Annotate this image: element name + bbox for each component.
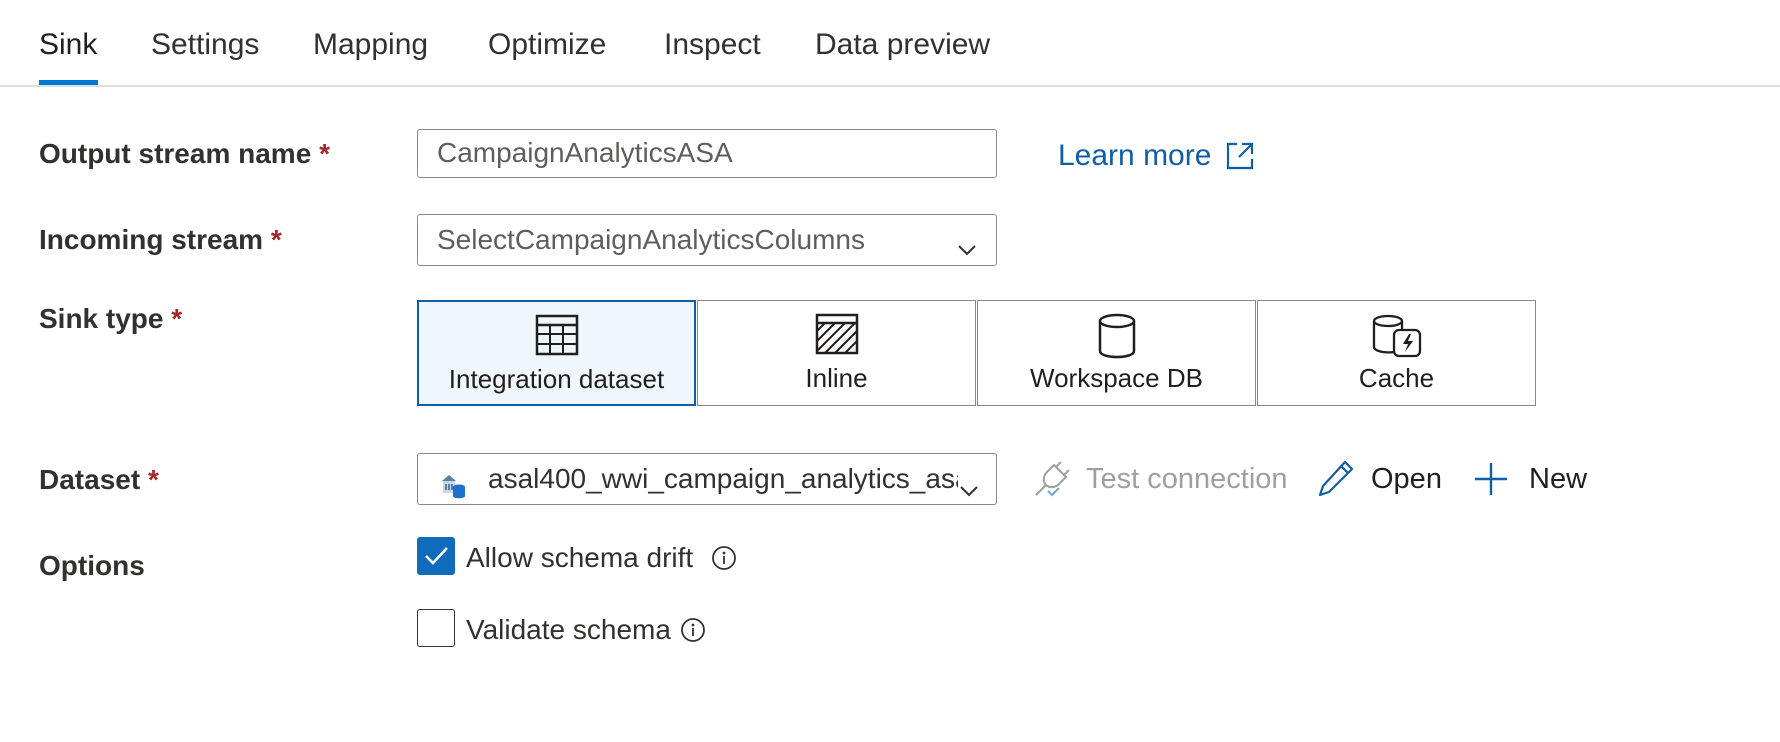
database-icon (1097, 313, 1137, 364)
incoming-stream-label: Incoming stream * (39, 224, 282, 255)
test-connection-plug-icon (1032, 461, 1070, 504)
dataset-type-icon (440, 466, 468, 504)
info-icon[interactable] (711, 545, 737, 576)
test-connection-button[interactable]: Test connection (1086, 463, 1288, 496)
dataset-select[interactable]: asal400_wwi_campaign_analytics_asa (417, 453, 997, 505)
open-button[interactable]: Open (1371, 463, 1442, 496)
active-tab-indicator (39, 80, 98, 85)
validate-schema-label[interactable]: Validate schema (466, 614, 671, 646)
new-button[interactable]: New (1529, 463, 1587, 496)
tab-mapping[interactable]: Mapping (313, 28, 428, 62)
tab-sink[interactable]: Sink (39, 28, 97, 62)
sink-type-workspace-db[interactable]: Workspace DB (977, 300, 1256, 406)
cache-database-icon (1371, 313, 1423, 364)
external-link-icon[interactable] (1225, 141, 1255, 176)
required-marker: * (147, 464, 159, 495)
allow-schema-drift-label[interactable]: Allow schema drift (466, 542, 693, 574)
pencil-icon[interactable] (1317, 459, 1355, 504)
dataset-label: Dataset * (39, 464, 159, 495)
options-label: Options (39, 550, 145, 581)
output-stream-name-input[interactable]: CampaignAnalyticsASA (417, 129, 997, 178)
incoming-stream-select[interactable]: SelectCampaignAnalyticsColumns (417, 214, 997, 266)
sink-type-integration-dataset[interactable]: Integration dataset (417, 300, 696, 406)
validate-schema-checkbox[interactable] (417, 609, 455, 647)
sink-type-label: Sink type * (39, 303, 183, 334)
tab-optimize[interactable]: Optimize (488, 28, 606, 62)
tab-inspect[interactable]: Inspect (664, 28, 761, 62)
required-marker: * (270, 224, 282, 255)
add-icon[interactable] (1473, 461, 1509, 502)
chevron-down-icon (956, 227, 978, 265)
tab-bar: Sink Settings Mapping Optimize Inspect D… (0, 0, 1780, 87)
table-grid-icon (535, 314, 579, 361)
info-icon[interactable] (680, 617, 706, 648)
allow-schema-drift-checkbox[interactable] (417, 537, 455, 575)
sink-type-cache[interactable]: Cache (1257, 300, 1536, 406)
dataset-value: asal400_wwi_campaign_analytics_asa (488, 463, 958, 494)
incoming-stream-value: SelectCampaignAnalyticsColumns (437, 224, 865, 255)
tab-data-preview[interactable]: Data preview (815, 28, 990, 62)
sink-type-inline[interactable]: Inline (697, 300, 976, 406)
tab-settings[interactable]: Settings (151, 28, 259, 62)
hatched-box-icon (815, 313, 859, 360)
chevron-down-icon (958, 468, 980, 504)
learn-more-link[interactable]: Learn more (1058, 139, 1211, 173)
checkmark-icon (425, 547, 448, 565)
required-marker: * (171, 303, 183, 334)
output-stream-name-label: Output stream name * (39, 138, 330, 169)
required-marker: * (319, 138, 330, 169)
